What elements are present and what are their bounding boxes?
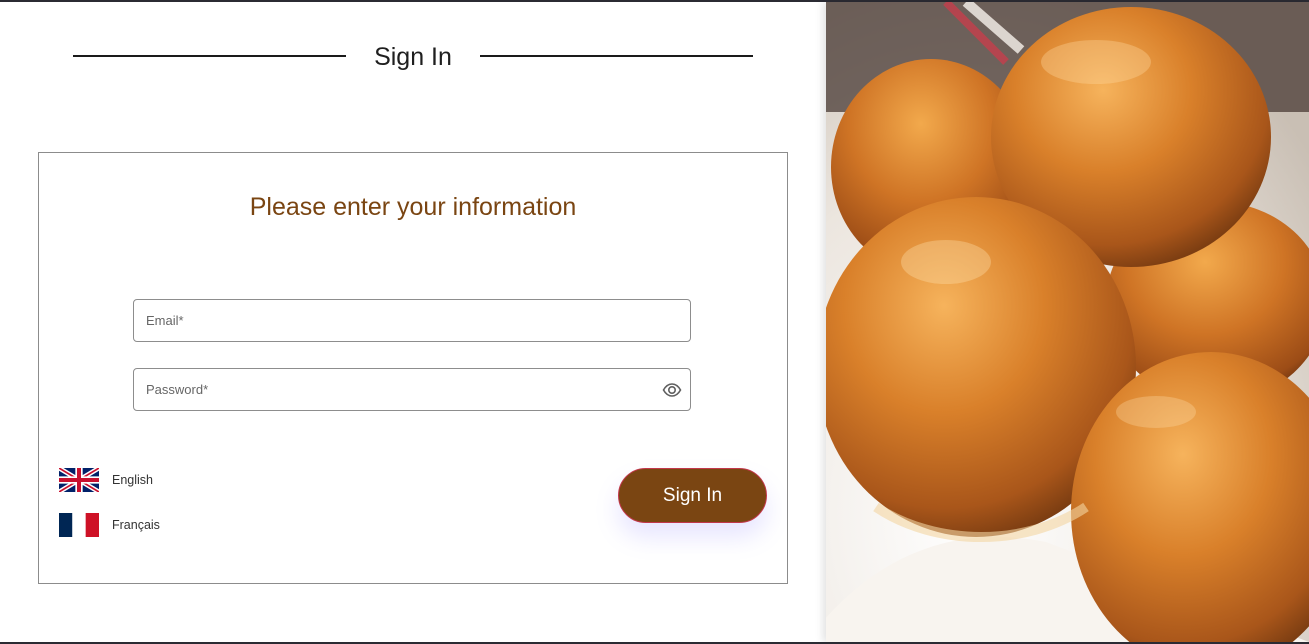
email-field[interactable] bbox=[133, 299, 691, 342]
language-label-french: Français bbox=[112, 518, 160, 532]
eye-icon[interactable] bbox=[662, 380, 682, 400]
form-heading: Please enter your information bbox=[249, 193, 577, 221]
password-input[interactable] bbox=[146, 369, 646, 410]
sign-in-button[interactable]: Sign In bbox=[618, 468, 767, 523]
sign-in-page: Sign In Please enter your information Em… bbox=[0, 0, 1309, 644]
language-option-english[interactable]: English bbox=[59, 468, 153, 492]
header-divider-left bbox=[73, 55, 346, 57]
email-input[interactable] bbox=[146, 300, 646, 341]
page-title: Sign In bbox=[374, 43, 452, 71]
password-field[interactable] bbox=[133, 368, 691, 411]
hero-image bbox=[826, 2, 1309, 642]
header: Sign In bbox=[73, 38, 753, 76]
language-label-english: English bbox=[112, 473, 153, 487]
header-divider-right bbox=[480, 55, 753, 57]
sign-in-card: Please enter your information Email* Eng… bbox=[38, 152, 788, 584]
sign-in-panel: Sign In Please enter your information Em… bbox=[0, 2, 826, 642]
uk-flag-icon bbox=[59, 468, 99, 492]
bread-rolls-photo bbox=[826, 2, 1309, 642]
france-flag-icon bbox=[59, 513, 99, 537]
language-option-french[interactable]: Français bbox=[59, 513, 160, 537]
